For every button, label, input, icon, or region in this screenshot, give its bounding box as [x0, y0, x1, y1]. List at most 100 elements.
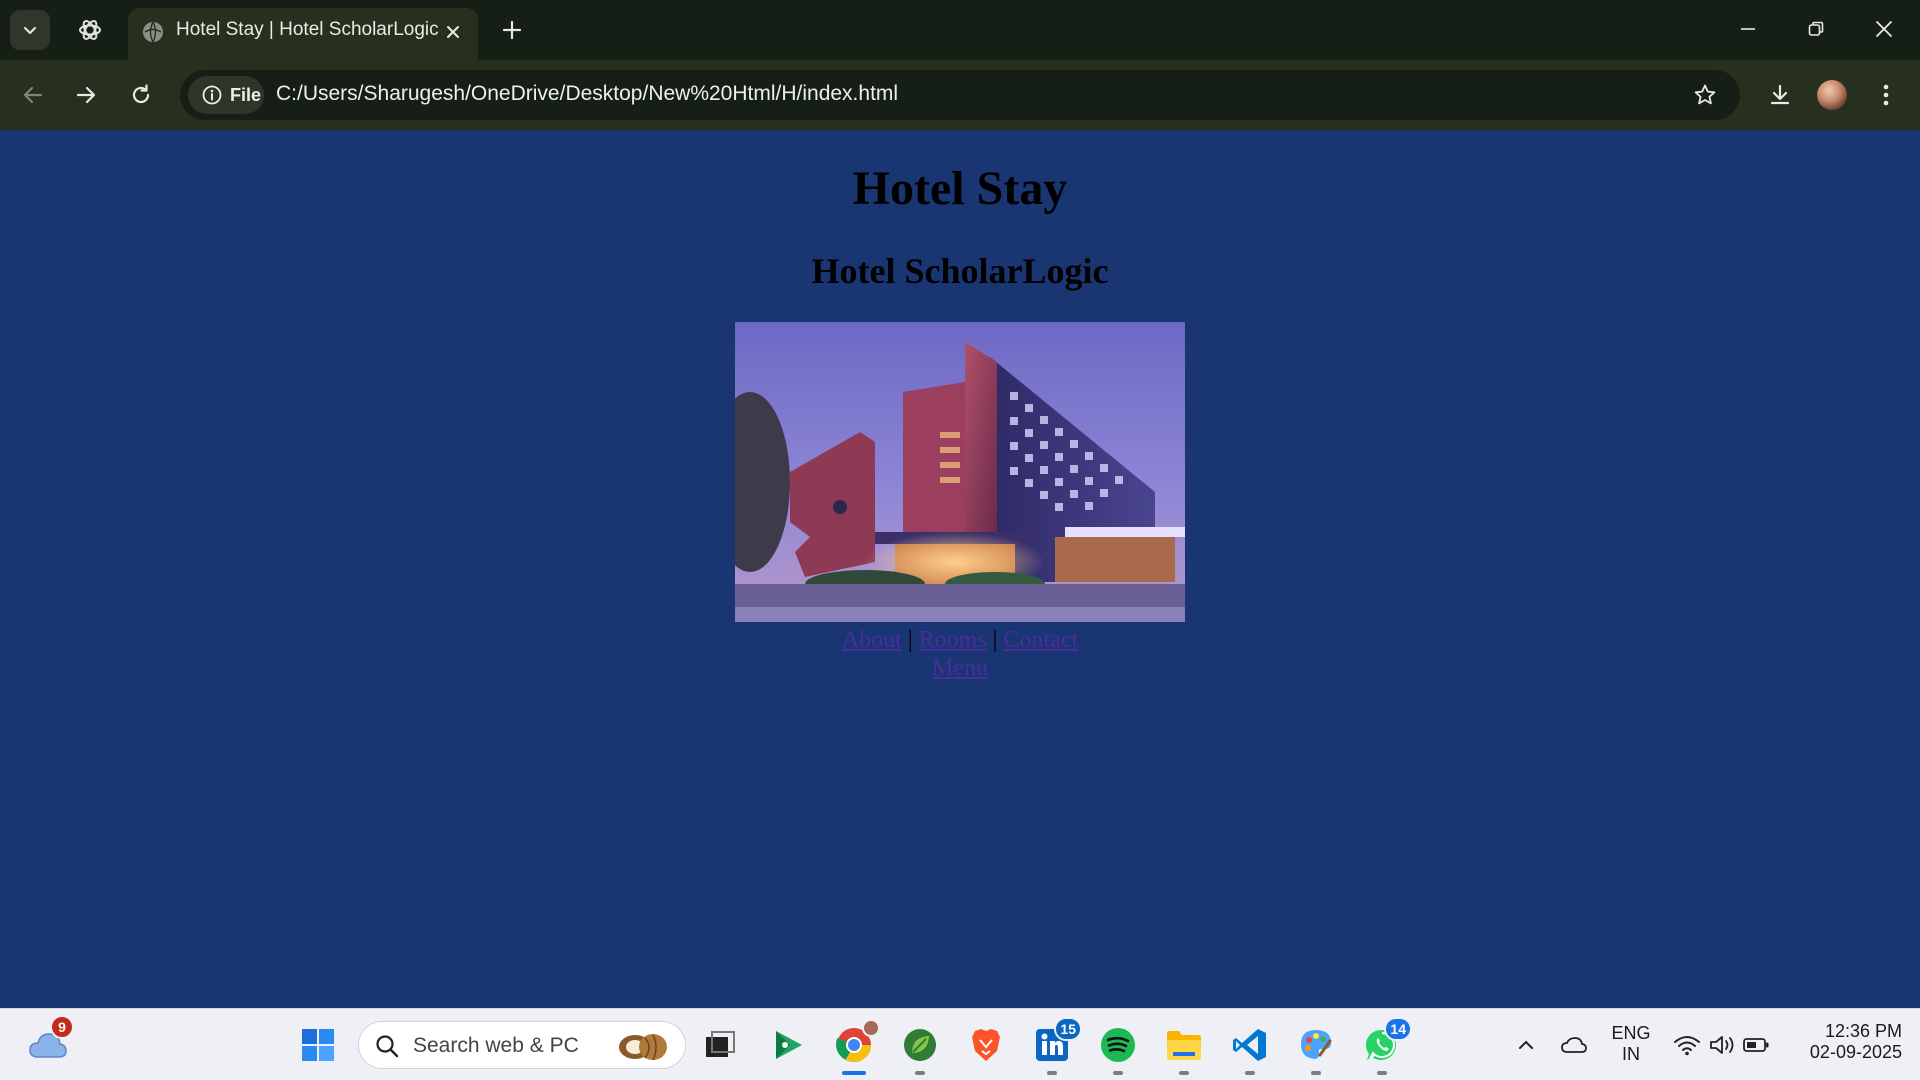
taskbar-app-spring-tools[interactable]: [898, 1023, 942, 1075]
active-tab[interactable]: Hotel Stay | Hotel ScholarLogic: [128, 8, 478, 60]
new-tab-button[interactable]: [494, 12, 530, 48]
show-hidden-icons-button[interactable]: [1504, 1023, 1548, 1067]
back-button[interactable]: [11, 73, 55, 117]
clock-date: 02-09-2025: [1809, 1042, 1902, 1062]
coconut-search-highlight-icon: [619, 1034, 667, 1061]
windows-logo-icon: [302, 1029, 334, 1061]
navigation-row-1: About | Rooms | Contact: [0, 627, 1920, 654]
taskbar-app-spotify[interactable]: [1096, 1023, 1140, 1075]
forward-button[interactable]: [64, 73, 108, 117]
tab-close-button[interactable]: [440, 19, 466, 45]
language-region: IN: [1622, 1044, 1640, 1064]
minimize-icon: [1741, 28, 1755, 30]
taskbar-app-google-play-games[interactable]: [766, 1023, 810, 1067]
taskbar-app-brave[interactable]: [964, 1023, 1008, 1067]
hotel-building-image: [735, 322, 1185, 622]
wifi-icon: [1674, 1036, 1700, 1056]
site-info-label: File: [230, 84, 262, 105]
nav-link-about[interactable]: About: [842, 627, 902, 653]
search-placeholder: Search web & PC: [413, 1034, 579, 1057]
taskbar-app-task-view[interactable]: [698, 1023, 742, 1067]
whatsapp-badge: 14: [1384, 1017, 1412, 1041]
weather-widget[interactable]: 9: [26, 1015, 74, 1067]
nav-link-menu[interactable]: Menu: [932, 655, 988, 681]
nav-separator: |: [907, 627, 913, 653]
openai-icon: [79, 20, 101, 40]
web-page: Hotel Stay Hotel ScholarLogic About | Ro…: [0, 130, 1920, 1008]
page-title: Hotel Stay: [852, 162, 1068, 215]
speaker-icon: [1710, 1036, 1734, 1054]
close-icon: [1876, 21, 1892, 37]
battery-icon: [1743, 1038, 1769, 1052]
leaf-icon: [904, 1029, 936, 1061]
clock-time: 12:36 PM: [1824, 1021, 1902, 1041]
reload-icon: [132, 84, 150, 104]
chevron-down-icon: [23, 26, 37, 35]
nav-link-contact[interactable]: Contact: [1003, 627, 1078, 653]
browser-tab-bar: Hotel Stay | Hotel ScholarLogic: [0, 0, 1920, 60]
vscode-icon: [1233, 1029, 1266, 1061]
restore-icon: [1808, 21, 1824, 36]
profile-avatar[interactable]: [1817, 80, 1847, 110]
download-icon: [1770, 84, 1790, 105]
taskbar-app-vscode[interactable]: [1228, 1023, 1272, 1075]
tab-search-button[interactable]: [10, 10, 50, 50]
clock[interactable]: 12:36 PM 02-09-2025: [1786, 1021, 1902, 1063]
taskbar-app-chrome[interactable]: [832, 1019, 880, 1075]
weather-badge: 9: [50, 1015, 74, 1039]
bookmark-button[interactable]: [1690, 80, 1720, 110]
chrome-profile-avatar: [862, 1019, 880, 1037]
taskbar-app-linkedin[interactable]: 15: [1030, 1017, 1082, 1075]
close-icon: [447, 26, 459, 38]
globe-icon: [143, 21, 163, 43]
taskbar-app-whatsapp[interactable]: 14: [1360, 1017, 1412, 1075]
linkedin-badge: 15: [1054, 1017, 1082, 1041]
running-indicator: [1311, 1071, 1321, 1075]
start-button[interactable]: [296, 1023, 340, 1067]
taskbar-app-paint[interactable]: [1294, 1023, 1338, 1075]
running-indicator: [1047, 1071, 1057, 1075]
browser-menu-button[interactable]: [1864, 73, 1908, 117]
nav-separator: |: [992, 627, 998, 653]
network-volume-battery-button[interactable]: [1666, 1023, 1776, 1067]
plus-icon: [502, 20, 522, 40]
language-code: ENG: [1611, 1023, 1651, 1043]
running-indicator: [842, 1071, 866, 1075]
language-indicator[interactable]: ENG IN: [1600, 1023, 1662, 1065]
play-games-icon: [776, 1031, 802, 1059]
minimize-button[interactable]: [1720, 6, 1776, 52]
arrow-left-icon: [23, 86, 43, 104]
taskbar-app-file-explorer[interactable]: [1162, 1023, 1206, 1075]
restore-button[interactable]: [1788, 6, 1844, 52]
url-text[interactable]: C:/Users/Sharugesh/OneDrive/Desktop/New%…: [276, 82, 898, 106]
close-window-button[interactable]: [1856, 6, 1912, 52]
nav-link-rooms[interactable]: Rooms: [919, 627, 987, 653]
tab-title: Hotel Stay | Hotel ScholarLogic: [176, 19, 439, 40]
windows-taskbar: 9 Search web & PC 15 14 ENG IN 12:36 PM …: [0, 1008, 1920, 1080]
running-indicator: [1245, 1071, 1255, 1075]
running-indicator: [915, 1071, 925, 1075]
info-icon: [202, 85, 222, 105]
folder-icon: [1167, 1031, 1201, 1060]
palette-icon: [1301, 1030, 1332, 1059]
running-indicator: [1377, 1071, 1387, 1075]
search-icon: [376, 1035, 399, 1058]
chevron-up-icon: [1519, 1040, 1533, 1049]
task-view-icon: [706, 1031, 735, 1057]
downloads-button[interactable]: [1758, 73, 1802, 117]
running-indicator: [1113, 1071, 1123, 1075]
reload-button[interactable]: [119, 73, 163, 117]
onedrive-cloud-icon: [1561, 1037, 1587, 1053]
star-icon: [1694, 84, 1716, 105]
hotel-name-heading: Hotel ScholarLogic: [811, 251, 1109, 291]
running-indicator: [1179, 1071, 1189, 1075]
chatgpt-extension-button[interactable]: [70, 10, 110, 50]
arrow-right-icon: [76, 86, 96, 104]
address-bar[interactable]: File C:/Users/Sharugesh/OneDrive/Desktop…: [180, 70, 1740, 120]
brave-lion-icon: [972, 1029, 1000, 1061]
taskbar-search-box[interactable]: Search web & PC: [358, 1021, 686, 1069]
spotify-icon: [1101, 1028, 1135, 1062]
onedrive-tray-button[interactable]: [1552, 1023, 1596, 1067]
more-vertical-icon: [1883, 84, 1889, 106]
navigation-row-2: Menu: [0, 655, 1920, 682]
